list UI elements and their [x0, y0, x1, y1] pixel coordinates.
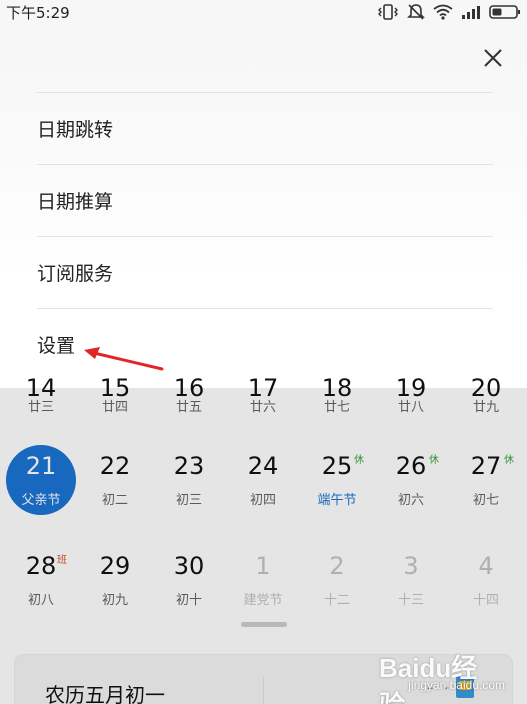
vibrate-icon	[378, 4, 398, 20]
lunar-value: - -	[427, 677, 452, 698]
menu-item-date-calc[interactable]: 日期推算	[37, 164, 493, 236]
day-cell[interactable]: 26 休初六	[376, 440, 446, 530]
lunar-date: 父亲节	[21, 493, 61, 508]
day-number: 4	[478, 552, 494, 580]
rest-badge: 休	[429, 455, 439, 466]
lunar-date: 廿六	[249, 400, 276, 415]
work-badge: 班	[57, 555, 67, 566]
lunar-date-title: 农历五月初一	[45, 683, 165, 704]
day-cell[interactable]: 29 初九	[80, 540, 150, 630]
day-cell[interactable]: 1 建党节	[228, 540, 298, 630]
day-number: 2	[329, 552, 345, 580]
day-cell[interactable]: 4 十四	[451, 540, 521, 630]
close-icon	[484, 49, 502, 67]
day-number: 24	[247, 452, 279, 480]
alarm-off-icon	[407, 4, 425, 20]
menu-item-label: 日期推算	[37, 191, 114, 213]
lunar-date: 廿八	[397, 400, 424, 415]
close-button[interactable]	[481, 46, 505, 70]
card-divider	[263, 677, 264, 704]
day-cell[interactable]: 27 休初七	[451, 440, 521, 530]
lunar-date: 端午节	[317, 493, 357, 508]
lunar-date: 初九	[101, 593, 128, 608]
lunar-date: 建党节	[243, 593, 283, 608]
menu-item-label: 设置	[37, 335, 76, 357]
lunar-date: 初八	[27, 593, 54, 608]
lunar-date: 初四	[249, 493, 276, 508]
rest-badge: 休	[354, 455, 364, 466]
lunar-date: 廿九	[472, 400, 499, 415]
drag-handle[interactable]	[241, 622, 287, 627]
day-cell[interactable]: 28 班初八	[6, 540, 76, 630]
lunar-date: 初二	[101, 493, 128, 508]
calendar-grid: 14 廿三 15 廿四 16 廿五 17 廿六 18 廿七 19 廿八 20 廿九 21 父亲节…	[0, 374, 527, 704]
day-number: 1	[255, 552, 271, 580]
menu-item-subscription[interactable]: 订阅服务	[37, 236, 493, 308]
day-number: 22	[99, 452, 131, 480]
menu-item-label: 订阅服务	[37, 263, 114, 285]
menu-sheet: 日期跳转 日期推算 订阅服务 设置	[0, 26, 527, 388]
lunar-date: 初七	[472, 493, 499, 508]
day-number: 30	[173, 552, 205, 580]
lunar-date: 廿七	[323, 400, 350, 415]
menu-item-date-jump[interactable]: 日期跳转	[37, 92, 493, 164]
day-cell[interactable]: 2 十二	[302, 540, 372, 630]
lunar-date: 十三	[397, 593, 424, 608]
lunar-date: 初三	[175, 493, 202, 508]
day-cell[interactable]: 3 十三	[376, 540, 446, 630]
day-number: 3	[403, 552, 419, 580]
battery-icon	[489, 5, 520, 19]
day-cell[interactable]: 30 初十	[154, 540, 224, 630]
day-number: 21	[25, 452, 57, 480]
day-cell[interactable]: 23 初三	[154, 440, 224, 530]
lunar-date: 初六	[397, 493, 424, 508]
wifi-icon	[433, 4, 453, 20]
menu-item-settings[interactable]: 设置	[37, 308, 493, 380]
lunar-date: 廿五	[175, 400, 202, 415]
day-cell-selected[interactable]: 21 父亲节	[0, 440, 76, 530]
menu-item-label: 日期跳转	[37, 119, 114, 141]
lunar-date: 廿四	[101, 400, 128, 415]
day-number: 29	[99, 552, 131, 580]
day-cell[interactable]: 25 休端午节	[302, 440, 372, 530]
lunar-info-card[interactable]: 农历五月初一 - -	[14, 654, 513, 704]
almanac-icon	[456, 676, 474, 698]
day-cell[interactable]: 22 初二	[80, 440, 150, 530]
menu-list: 日期跳转 日期推算 订阅服务 设置	[37, 92, 493, 380]
day-cell[interactable]: 24 初四	[228, 440, 298, 530]
lunar-date: 十四	[472, 593, 499, 608]
status-bar: 下午5:29	[0, 0, 527, 26]
lunar-date: 廿三	[27, 400, 54, 415]
week-row: 28 班初八 29 初九 30 初十 1 建党节 2 十二 3 十三 4 十四	[0, 540, 527, 630]
status-time: 下午5:29	[6, 4, 70, 22]
day-number: 23	[173, 452, 205, 480]
week-row: 21 父亲节 22 初二 23 初三 24 初四 25 休端午节 26 休初六 27 休初七	[0, 440, 527, 530]
status-icons	[377, 3, 521, 21]
lunar-date: 十二	[323, 593, 350, 608]
rest-badge: 休	[504, 455, 514, 466]
signal-icon	[462, 6, 480, 19]
lunar-date: 初十	[175, 593, 202, 608]
